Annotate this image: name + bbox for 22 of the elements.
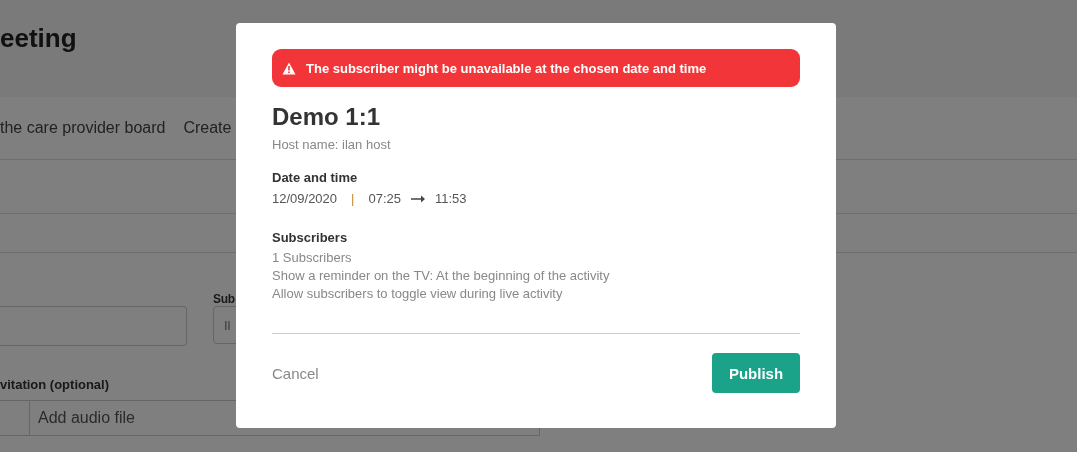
end-time: 11:53 xyxy=(435,191,467,206)
section-heading: Date and time xyxy=(272,170,359,185)
publish-button[interactable]: Publish xyxy=(712,353,800,393)
tab[interactable]: Create xyxy=(183,119,232,137)
date-text: 12/09/2020 xyxy=(272,191,338,206)
subscriber-info: Show a reminder on the TV: At the beginning of the activity xyxy=(272,267,611,285)
arrow-icon xyxy=(411,194,425,203)
separator: | xyxy=(351,191,355,206)
subscriber-info: Allow subscribers to toggle view during live activity xyxy=(272,285,564,303)
section-heading: Subscribers xyxy=(272,230,349,245)
dialog-title: Demo 1:1 xyxy=(272,103,382,131)
start-time: 07:25 xyxy=(368,191,401,206)
page-title: eeting xyxy=(0,23,77,54)
tab[interactable]: the care provider board xyxy=(0,119,166,137)
input-field[interactable] xyxy=(0,306,187,346)
field-label: Sub xyxy=(213,292,235,306)
subscriber-info: 1 Subscribers xyxy=(272,249,353,267)
warning-text: The subscriber might be unavailable at the chosen date and time xyxy=(306,60,707,76)
field-label: vitation (optional) xyxy=(0,377,111,392)
host-name: Host name: ilan host xyxy=(272,137,392,152)
warning-icon xyxy=(282,61,296,75)
cancel-button[interactable]: Cancel xyxy=(272,364,319,382)
